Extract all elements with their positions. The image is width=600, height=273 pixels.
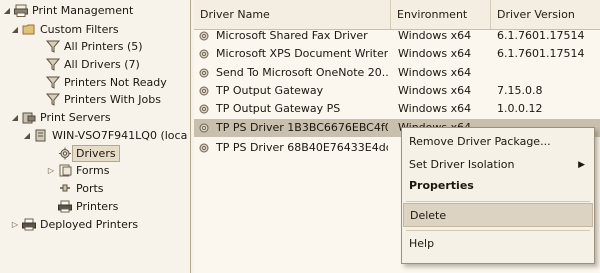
environment-cell: Windows x64: [398, 66, 472, 79]
gear-icon: [199, 49, 209, 59]
driver-name-cell: Send To Microsoft OneNote 20...: [216, 66, 388, 79]
menu-item-label: Properties: [409, 179, 474, 192]
tree-item-deployed-printers[interactable]: ▷ Deployed Printers: [10, 216, 188, 233]
gear-icon: [59, 147, 71, 160]
menu-separator: [406, 230, 590, 231]
tree-item-label: Print Management: [32, 4, 134, 17]
tree-item-forms[interactable]: ▷ Forms: [46, 162, 188, 179]
printer-icon: [58, 200, 72, 213]
collapse-arrow-icon[interactable]: ◢: [10, 109, 20, 126]
gear-icon: [199, 68, 209, 78]
filter-icon: [46, 40, 60, 53]
tree-item-custom-filters[interactable]: ◢ Custom Filters: [10, 21, 188, 38]
collapse-arrow-icon[interactable]: ◢: [2, 2, 12, 19]
tree-item-label: Forms: [76, 164, 110, 177]
collapse-arrow-icon[interactable]: ◢: [10, 21, 20, 38]
menu-item-label: Help: [409, 237, 435, 250]
print-management-icon: [14, 4, 28, 17]
tree-item-label: Printers With Jobs: [64, 93, 161, 106]
tree-item-all-printers[interactable]: All Printers (5): [34, 38, 188, 55]
tree-item-printers-not-ready[interactable]: Printers Not Ready: [34, 74, 188, 91]
tree-item-label: Printers Not Ready: [64, 76, 167, 89]
tree-item-all-drivers[interactable]: All Drivers (7): [34, 56, 188, 73]
tree-item-label: Deployed Printers: [40, 218, 139, 231]
tree-item-print-servers[interactable]: ◢ Print Servers: [10, 109, 188, 126]
table-row[interactable]: Microsoft XPS Document Writer Windows x6…: [194, 45, 600, 63]
menu-item-delete[interactable]: Delete: [403, 203, 593, 227]
tree-item-label: Printers: [76, 200, 119, 213]
column-header-driver-name[interactable]: Driver Name: [194, 0, 391, 29]
filter-icon: [46, 76, 60, 89]
menu-item-label: Remove Driver Package...: [409, 135, 551, 148]
folder-icon: [22, 24, 35, 35]
environment-cell: Windows x64: [398, 84, 472, 97]
driver-name-cell: TP PS Driver 68B40E76433E4dc: [216, 141, 388, 154]
version-cell: 1.0.0.12: [497, 102, 543, 115]
version-cell: 6.1.7601.17514: [497, 47, 585, 60]
menu-item-properties[interactable]: Properties: [403, 174, 593, 198]
column-header-environment[interactable]: Environment: [391, 0, 491, 29]
tree-item-label: Ports: [76, 182, 104, 195]
tree-item-drivers[interactable]: Drivers: [46, 145, 188, 162]
tree-item-print-management[interactable]: ◢ Print Management: [2, 2, 188, 19]
driver-name-cell: TP PS Driver 1B3BC6676EBC4f0: [216, 121, 388, 134]
tree-item-printers[interactable]: Printers: [46, 198, 188, 215]
gear-icon: [199, 123, 209, 133]
environment-cell: Windows x64: [398, 29, 472, 42]
gear-icon: [199, 143, 209, 153]
menu-item-help[interactable]: Help: [403, 232, 593, 256]
tree-item-label: All Drivers (7): [64, 58, 140, 71]
version-cell: 7.15.0.8: [497, 84, 543, 97]
table-row[interactable]: Send To Microsoft OneNote 20... Windows …: [194, 64, 600, 82]
tree-item-ports[interactable]: Ports: [46, 180, 188, 197]
menu-item-remove-driver-package[interactable]: Remove Driver Package...: [403, 130, 593, 154]
navigation-tree: ◢ Print Management ◢ Custom Filters All …: [0, 0, 191, 273]
expand-arrow-icon[interactable]: ▷: [10, 216, 20, 233]
tree-item-printers-with-jobs[interactable]: Printers With Jobs: [34, 91, 188, 108]
gear-icon: [199, 86, 209, 96]
tree-item-label: Print Servers: [40, 111, 111, 124]
menu-item-label: Delete: [410, 209, 447, 222]
environment-cell: Windows x64: [398, 102, 472, 115]
driver-name-cell: Microsoft Shared Fax Driver: [216, 29, 368, 42]
ports-icon: [60, 184, 70, 192]
table-row[interactable]: TP Output Gateway Windows x64 7.15.0.8: [194, 82, 600, 100]
print-servers-icon: [22, 112, 36, 124]
driver-name-cell: TP Output Gateway PS: [216, 102, 341, 115]
tree-item-label: All Printers (5): [64, 40, 143, 53]
printer-icon: [22, 218, 36, 231]
environment-cell: Windows x64: [398, 47, 472, 60]
tree-item-label: Custom Filters: [40, 23, 119, 36]
driver-name-cell: TP Output Gateway: [216, 84, 324, 97]
tree-item-label: WIN-VSO7F941LQ0 (loca: [52, 129, 188, 142]
table-row[interactable]: Microsoft Shared Fax Driver Windows x64 …: [194, 27, 600, 45]
driver-name-cell: Microsoft XPS Document Writer: [216, 47, 388, 60]
expand-arrow-icon[interactable]: ▷: [46, 162, 56, 179]
menu-separator: [406, 201, 590, 202]
column-header-driver-version[interactable]: Driver Version: [491, 0, 600, 29]
tree-item-label: Drivers: [72, 145, 120, 162]
table-row[interactable]: TP Output Gateway PS Windows x64 1.0.0.1…: [194, 100, 600, 118]
filter-icon: [46, 58, 60, 71]
list-header: Driver Name Environment Driver Version: [194, 0, 600, 30]
collapse-arrow-icon[interactable]: ◢: [22, 127, 32, 144]
gear-icon: [199, 31, 209, 41]
gear-icon: [199, 104, 209, 114]
tree-item-server[interactable]: ◢ WIN-VSO7F941LQ0 (loca: [22, 127, 188, 144]
filter-icon: [46, 93, 60, 106]
context-menu: Remove Driver Package... Set Driver Isol…: [401, 127, 595, 264]
forms-icon: [59, 164, 72, 177]
server-icon: [35, 129, 46, 142]
version-cell: 6.1.7601.17514: [497, 29, 585, 42]
